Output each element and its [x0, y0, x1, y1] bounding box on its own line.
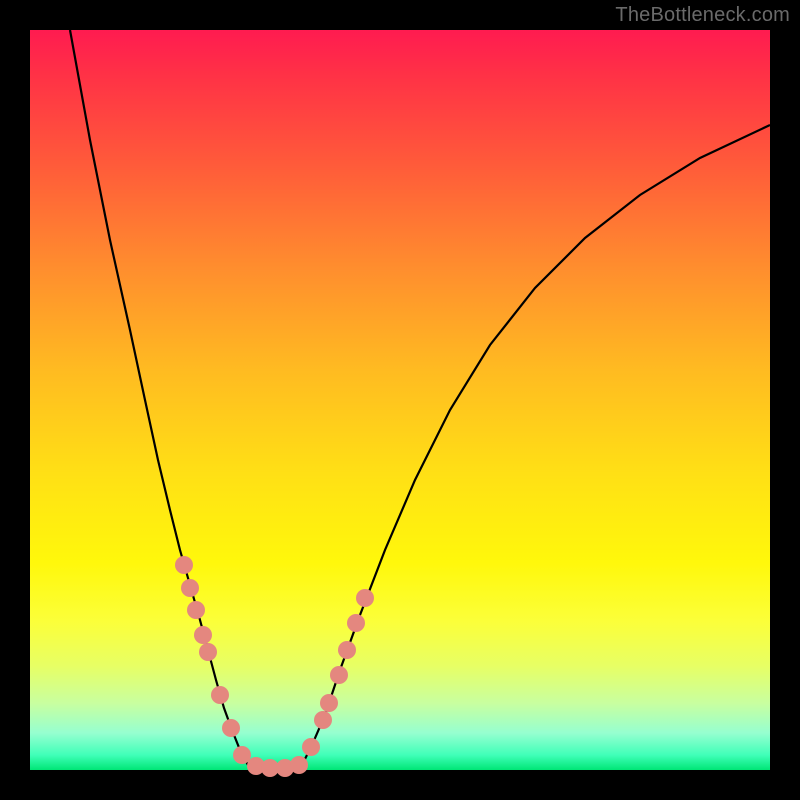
marker-dot: [356, 589, 374, 607]
marker-dot: [290, 756, 308, 774]
watermark-text: TheBottleneck.com: [615, 4, 790, 27]
marker-dot: [211, 686, 229, 704]
marker-dot: [222, 719, 240, 737]
marker-dot: [194, 626, 212, 644]
marker-dots-group: [175, 556, 374, 777]
marker-dot: [347, 614, 365, 632]
curve-left: [70, 30, 248, 765]
marker-dot: [199, 643, 217, 661]
marker-dot: [330, 666, 348, 684]
chart-svg: [30, 30, 770, 770]
marker-dot: [233, 746, 251, 764]
curve-right: [302, 125, 770, 765]
chart-frame: [30, 30, 770, 770]
marker-dot: [320, 694, 338, 712]
marker-dot: [181, 579, 199, 597]
marker-dot: [338, 641, 356, 659]
marker-dot: [314, 711, 332, 729]
marker-dot: [175, 556, 193, 574]
marker-dot: [187, 601, 205, 619]
marker-dot: [302, 738, 320, 756]
